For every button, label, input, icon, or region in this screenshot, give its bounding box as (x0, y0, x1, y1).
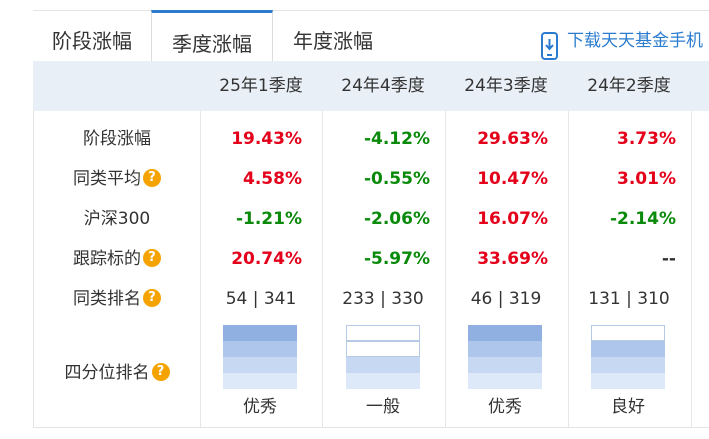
quartile-rating: 优秀 (488, 397, 522, 417)
row-label: 同类平均? (33, 167, 201, 191)
column-header: 25年1季度 (219, 76, 303, 96)
column-header: 24年4季度 (341, 76, 425, 96)
column-divider (691, 111, 692, 428)
row-label-text: 跟踪标的 (73, 249, 141, 269)
quartile-segment (591, 325, 665, 341)
table-cell: 29.63% (477, 129, 548, 149)
table-cell: -1.21% (235, 209, 302, 229)
table-cell: 20.74% (231, 249, 302, 269)
row-label-text: 沪深300 (83, 209, 151, 229)
quartile-bar (223, 325, 297, 389)
table-cell: -0.55% (363, 169, 430, 189)
quartile-segment (223, 357, 297, 373)
table-cell: 16.07% (477, 209, 548, 229)
table-cell: 4.58% (243, 169, 302, 189)
row-label-text: 同类排名 (73, 289, 141, 309)
quartile-bar (591, 325, 665, 389)
table-cell: 10.47% (477, 169, 548, 189)
help-icon[interactable]: ? (143, 169, 161, 187)
row-label: 跟踪标的? (33, 247, 201, 271)
column-header: 24年2季度 (587, 76, 671, 96)
table-cell: 19.43% (231, 129, 302, 149)
table-cell: 54 | 341 (225, 289, 297, 309)
table-cell: -5.97% (363, 249, 430, 269)
table-cell: 33.69% (477, 249, 548, 269)
table-cell: 3.73% (617, 129, 676, 149)
row-label: 沪深300 (33, 207, 201, 231)
quartile-segment (346, 341, 420, 357)
quartile-segment (346, 357, 420, 373)
table-cell: 131 | 310 (588, 289, 670, 309)
row-label-text: 阶段涨幅 (83, 129, 151, 149)
quartile-segment (468, 325, 542, 341)
help-icon[interactable]: ? (151, 363, 170, 381)
quartile-segment (468, 357, 542, 373)
table-cell: -- (661, 249, 676, 269)
quartile-segment (468, 373, 542, 389)
row-label: 阶段涨幅 (33, 127, 201, 151)
mobile-phone-icon (541, 25, 558, 60)
quartile-segment (223, 373, 297, 389)
quartile-segment (223, 341, 297, 357)
quartile-rating: 优秀 (243, 397, 277, 417)
table-cell: 46 | 319 (470, 289, 542, 309)
quartile-rating: 一般 (366, 397, 400, 417)
row-label-text: 同类平均 (73, 169, 141, 189)
row-label-text: 四分位排名 (64, 363, 150, 383)
column-header: 24年3季度 (464, 76, 548, 96)
quartile-rating: 良好 (611, 397, 645, 417)
table-cell: -2.06% (363, 209, 430, 229)
table-cell: -2.14% (609, 209, 676, 229)
quartile-segment (468, 341, 542, 357)
quartile-bar (468, 325, 542, 389)
row-label: 同类排名? (33, 287, 201, 311)
quartile-bar (346, 325, 420, 389)
row-label: 四分位排名? (33, 358, 201, 388)
quartile-segment (591, 373, 665, 389)
table-cell: 3.01% (617, 169, 676, 189)
table-cell: 233 | 330 (342, 289, 424, 309)
quartile-segment (346, 373, 420, 389)
quartile-segment (223, 325, 297, 341)
quartile-segment (346, 325, 420, 341)
quartile-segment (591, 341, 665, 357)
help-icon[interactable]: ? (143, 289, 161, 307)
help-icon[interactable]: ? (143, 249, 161, 267)
quartile-segment (591, 357, 665, 373)
table-cell: -4.12% (363, 129, 430, 149)
